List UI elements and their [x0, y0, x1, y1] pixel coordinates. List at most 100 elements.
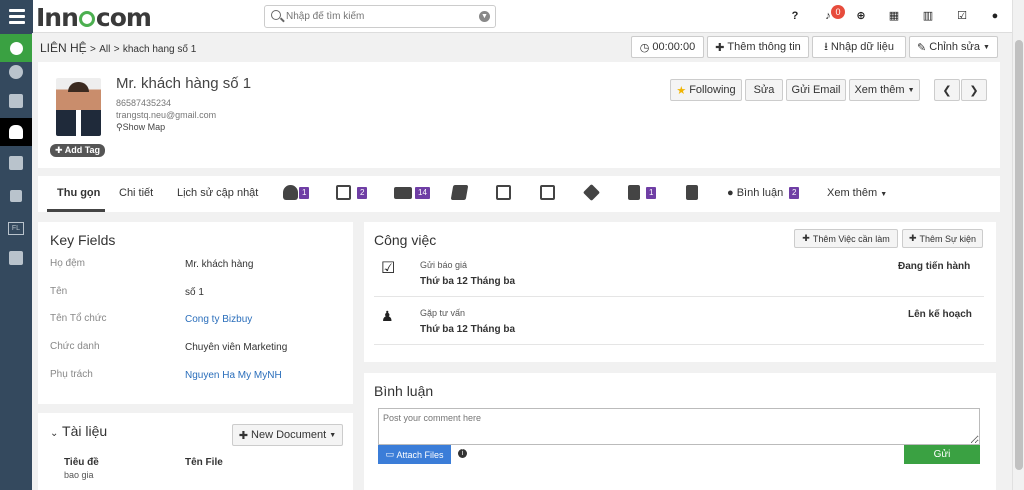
calendar-icon[interactable]: ▦: [888, 10, 900, 22]
documents-title[interactable]: ⌄ Tài liệu: [50, 423, 107, 439]
tab-comments-badge: 2: [789, 187, 800, 199]
add-tag-label: Add Tag: [64, 145, 101, 155]
scrollbar-thumb[interactable]: [1015, 40, 1023, 470]
record-edit-button[interactable]: Sửa: [745, 79, 783, 101]
tab-documents-icon[interactable]: [628, 185, 640, 200]
caret-down-icon: ▼: [880, 191, 888, 198]
help-icon[interactable]: ?: [789, 10, 801, 22]
tab-email-icon[interactable]: [394, 187, 412, 199]
sidebar-fl-icon[interactable]: FL: [0, 214, 32, 242]
key-fields-title: Key Fields: [50, 232, 116, 248]
add-event-label: Thêm Sự kiện: [919, 233, 977, 244]
task-status: Lên kế hoạch: [908, 309, 972, 320]
attach-files-button[interactable]: ▭ Attach Files: [378, 445, 451, 464]
global-search[interactable]: ▼: [264, 5, 496, 28]
app-logo[interactable]: Inn com: [36, 3, 152, 32]
sidebar-organizations-icon[interactable]: [0, 149, 32, 177]
timer-button[interactable]: ◷ 00:00:00: [631, 36, 704, 58]
task-title[interactable]: Gặp tư vấn: [420, 308, 465, 318]
chevron-right-icon: ❯: [969, 84, 979, 97]
assigned-user-link[interactable]: Nguyen Ha My MyNH: [185, 370, 282, 381]
tab-history[interactable]: Lịch sử cập nhật: [177, 187, 258, 199]
document-row-title[interactable]: bao gia: [64, 470, 94, 480]
wrench-icon: ✎: [917, 41, 927, 54]
chevron-down-icon: ▼: [329, 431, 337, 439]
previous-record-button[interactable]: ❮: [934, 79, 960, 101]
record-more-label: Xem thêm: [854, 84, 905, 96]
breadcrumb-module[interactable]: LIÊN HỆ: [40, 41, 87, 55]
field-label: Tên Tổ chức: [50, 313, 107, 324]
tab-invoices-icon[interactable]: [686, 185, 698, 200]
add-task-button[interactable]: ✚ Thêm Việc cần làm: [794, 229, 898, 248]
checkbox-icon[interactable]: ☑: [956, 10, 968, 22]
tab-tickets-icon[interactable]: [450, 185, 469, 200]
user-icon[interactable]: ●: [989, 10, 1001, 22]
add-circle-icon[interactable]: ⊕: [855, 10, 867, 22]
tab-contacts-icon[interactable]: [496, 185, 511, 200]
send-comment-button[interactable]: Gửi: [904, 445, 980, 464]
tab-comments[interactable]: ● Bình luận: [727, 187, 783, 199]
breadcrumb-all[interactable]: All: [99, 44, 110, 55]
tab-quotes-icon[interactable]: [540, 185, 555, 200]
record-more-button[interactable]: Xem thêm ▼: [849, 79, 920, 101]
comment-input[interactable]: [378, 408, 980, 445]
contact-phone[interactable]: 86587435234: [116, 98, 171, 108]
breadcrumb-separator: >: [113, 44, 120, 55]
documents-col-title: Tiêu đề: [64, 457, 99, 468]
sidebar-contacts-icon[interactable]: [0, 118, 32, 146]
send-email-button[interactable]: Gửi Email: [786, 79, 846, 101]
page-scrollbar[interactable]: [1012, 0, 1024, 490]
meeting-people-icon: ♟: [381, 308, 394, 324]
info-icon[interactable]: i: [458, 449, 467, 458]
field-label: Tên: [50, 286, 68, 297]
new-document-button[interactable]: ✚ New Document ▼: [232, 424, 343, 446]
tab-deals-icon[interactable]: [283, 185, 298, 200]
show-map-link[interactable]: ⚲Show Map: [116, 122, 165, 133]
contact-email[interactable]: trangstq.neu@gmail.com: [116, 110, 216, 120]
tab-products-icon[interactable]: [583, 184, 600, 201]
tab-calendar-badge: 2: [357, 187, 368, 199]
comments-title: Bình luận: [374, 383, 434, 399]
comment-icon: ●: [727, 187, 734, 199]
notification-badge: 0: [831, 5, 845, 19]
sidebar-leads-icon[interactable]: [0, 87, 32, 115]
breadcrumb: LIÊN HỆ > All > khach hang số 1: [40, 41, 196, 55]
plus-icon: ✚: [715, 41, 725, 54]
new-document-label: New Document: [251, 429, 327, 441]
search-input[interactable]: [286, 8, 471, 25]
search-dropdown-icon[interactable]: ▼: [479, 11, 490, 22]
import-button[interactable]: ⭳ Nhập dữ liệu: [812, 36, 906, 58]
clock-icon: ◷: [639, 41, 650, 54]
task-checkbox-icon: ☑: [381, 260, 396, 277]
sidebar-tools-icon[interactable]: [0, 182, 32, 210]
edit-label: Chỉnh sửa: [929, 41, 981, 53]
add-event-button[interactable]: ✚ Thêm Sự kiện: [902, 229, 983, 248]
sidebar-deals-icon[interactable]: [0, 58, 32, 86]
following-button[interactable]: ★ Following: [670, 79, 742, 101]
tab-details[interactable]: Chi tiết: [119, 187, 153, 199]
tab-summary[interactable]: Thu gọn: [57, 187, 100, 199]
task-date: Thứ ba 12 Tháng ba: [420, 324, 516, 335]
record-tabs: Thu gọn Chi tiết Lịch sử cập nhật 1 2 14…: [38, 176, 1000, 212]
add-tag-button[interactable]: ✚ Add Tag: [50, 144, 106, 157]
download-icon: ⭳: [824, 40, 828, 53]
field-label: Họ đệm: [50, 258, 86, 269]
tab-calendar-icon[interactable]: [336, 185, 351, 200]
field-value: số 1: [185, 287, 204, 298]
hamburger-menu-icon[interactable]: [0, 0, 33, 33]
left-sidebar: FL: [0, 33, 32, 490]
edit-dropdown-button[interactable]: ✎ Chỉnh sửa ▼: [909, 36, 998, 58]
task-title[interactable]: Gửi báo giá: [420, 260, 467, 270]
organization-link[interactable]: Cong ty Bizbuy: [185, 314, 252, 325]
plus-icon: ✚: [238, 429, 249, 442]
bar-chart-icon[interactable]: ▥: [922, 10, 934, 22]
tab-more[interactable]: Xem thêm ▼: [827, 187, 887, 199]
add-info-button[interactable]: ✚ Thêm thông tin: [707, 36, 809, 58]
following-label: Following: [689, 84, 736, 96]
breadcrumb-current: khach hang số 1: [122, 44, 197, 55]
field-value: Chuyên viên Marketing: [185, 342, 288, 353]
next-record-button[interactable]: ❯: [961, 79, 987, 101]
chevron-down-icon: ▼: [907, 86, 915, 94]
import-label: Nhập dữ liệu: [830, 41, 894, 53]
sidebar-reports-icon[interactable]: [0, 244, 32, 272]
